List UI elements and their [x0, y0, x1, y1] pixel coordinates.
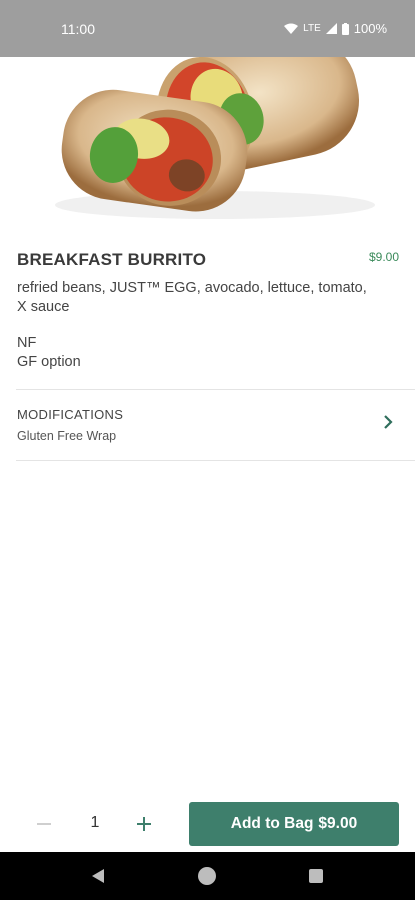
item-price: $9.00: [368, 250, 399, 264]
order-bar: 1 Add to Bag $9.00: [0, 796, 415, 852]
back-icon[interactable]: [90, 868, 106, 884]
decrease-quantity-button[interactable]: [34, 814, 54, 834]
item-description: refried beans, JUST™ EGG, avocado, lettu…: [17, 280, 367, 315]
modifications-title: MODIFICATIONS: [17, 407, 124, 422]
signal-icon: [325, 23, 337, 34]
item-title: BREAKFAST BURRITO: [17, 250, 207, 269]
modifications-row[interactable]: MODIFICATIONS Gluten Free Wrap: [0, 391, 415, 460]
add-to-bag-button[interactable]: Add to Bag $9.00: [189, 802, 399, 846]
status-time: 11:00: [61, 21, 95, 37]
wifi-icon: [284, 23, 299, 34]
modifications-value: Gluten Free Wrap: [17, 429, 117, 443]
system-nav-bar: [0, 852, 415, 900]
add-to-bag-price: $9.00: [318, 815, 358, 832]
battery-icon: [341, 22, 349, 35]
add-to-bag-label: Add to Bag: [230, 815, 314, 832]
status-icons: LTE 100%: [284, 21, 387, 36]
increase-quantity-button[interactable]: [134, 814, 154, 834]
divider: [16, 460, 415, 461]
quantity-value: 1: [90, 814, 100, 831]
chevron-right-icon: [384, 415, 393, 429]
divider: [16, 389, 415, 390]
home-icon[interactable]: [198, 867, 216, 885]
status-bar: 11:00 LTE 100%: [0, 0, 415, 57]
battery-percent: 100%: [353, 21, 387, 36]
recent-apps-icon[interactable]: [309, 869, 323, 883]
diet-tag-nf: NF: [17, 335, 37, 351]
diet-tag-gf: GF option: [17, 354, 81, 370]
network-label: LTE: [303, 23, 321, 34]
